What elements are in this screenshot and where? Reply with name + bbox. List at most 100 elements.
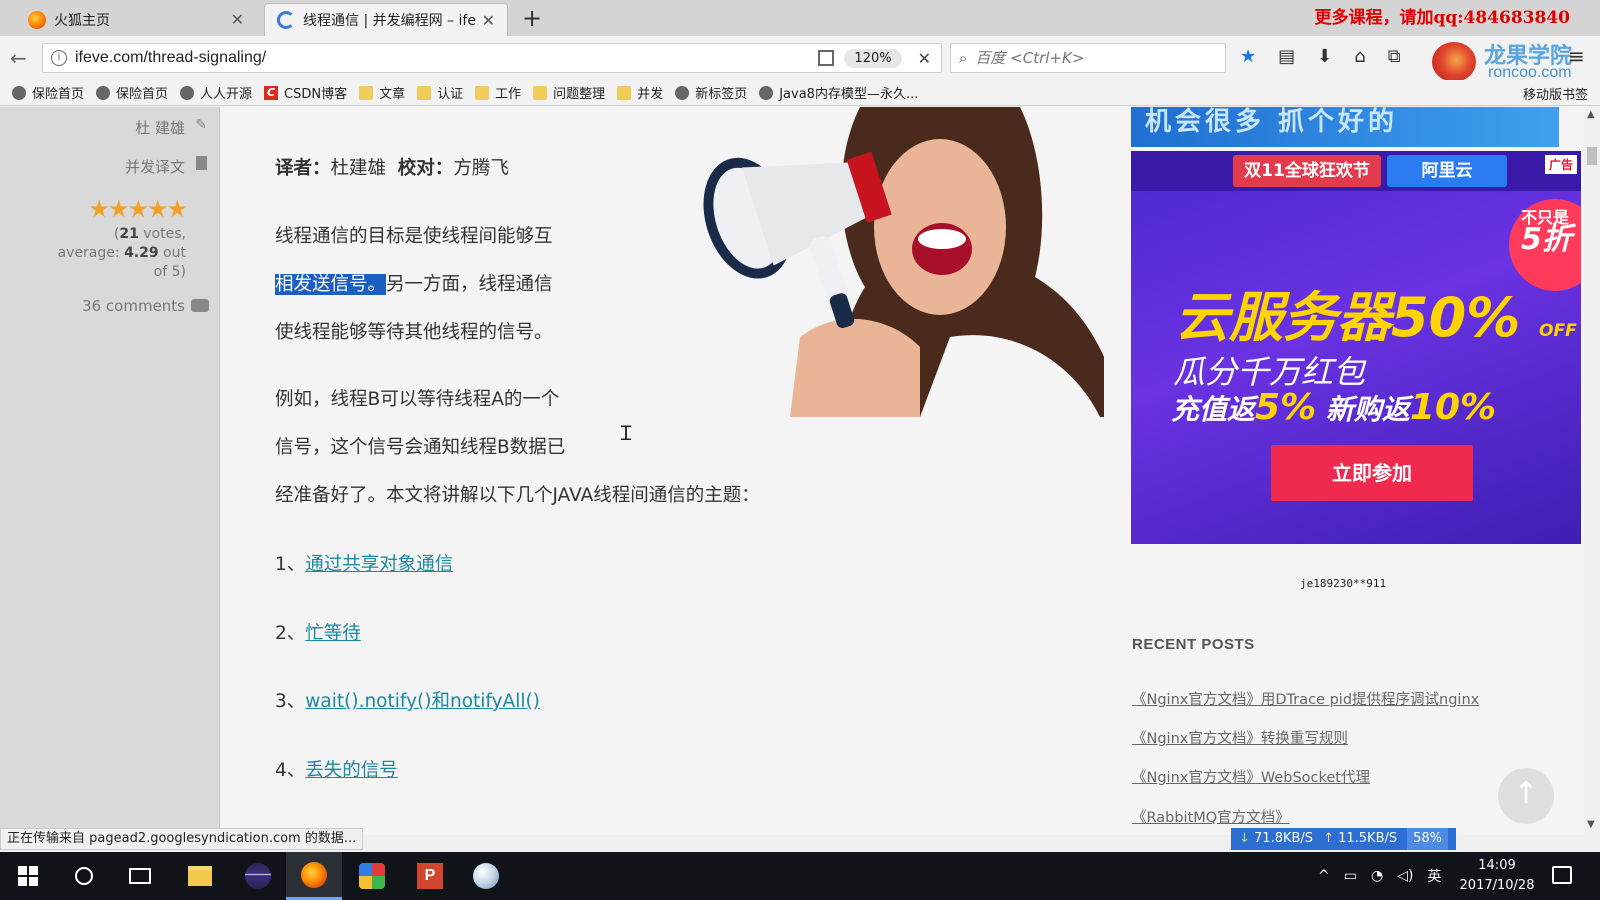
megaphone-woman-image bbox=[690, 107, 1124, 417]
credits-line: 译者：杜建雄 校对：方腾飞 bbox=[275, 158, 509, 179]
bookmark-item[interactable]: 人人开源 bbox=[180, 83, 252, 102]
pencil-icon: ✎ bbox=[195, 117, 207, 133]
tab-thread-signaling[interactable]: 线程通信 | 并发编程网 – ife ✕ bbox=[264, 3, 508, 36]
file-explorer-button[interactable] bbox=[172, 852, 228, 900]
address-bar[interactable]: i ifeve.com/thread-signaling/ 120% ✕ bbox=[42, 43, 942, 73]
ad-line: 充值返5% 新购返10% bbox=[1171, 387, 1497, 428]
app-button[interactable] bbox=[344, 852, 400, 900]
bookmark-folder[interactable]: 工作 bbox=[475, 83, 521, 102]
url-text[interactable]: ifeve.com/thread-signaling/ bbox=[75, 49, 818, 67]
start-button[interactable] bbox=[0, 852, 56, 900]
search-button[interactable] bbox=[56, 852, 112, 900]
back-arrow-icon[interactable]: ← bbox=[10, 46, 27, 70]
home-icon[interactable]: ⌂ bbox=[1354, 46, 1365, 67]
promo-overlay-text: 更多课程，请加qq:484683840 bbox=[1314, 8, 1570, 28]
folder-icon bbox=[475, 85, 490, 100]
author-link[interactable]: 杜 建雄 ✎ bbox=[135, 117, 207, 138]
topic-link[interactable]: wait().notify()和notifyAll() bbox=[305, 691, 540, 712]
ad-join-button[interactable]: 立即参加 bbox=[1271, 445, 1473, 501]
topic-link[interactable]: 丢失的信号 bbox=[305, 760, 398, 781]
bookmark-item[interactable]: Java8内存模型—永久... bbox=[759, 83, 918, 102]
eclipse-button[interactable] bbox=[230, 852, 286, 900]
bookmark-folder[interactable]: 问题整理 bbox=[533, 83, 605, 102]
chevron-up-icon[interactable]: ^ bbox=[1318, 868, 1330, 884]
recent-post-link[interactable]: 《RabbitMQ官方文档》 bbox=[1132, 806, 1290, 827]
screenshot-icon[interactable]: ⧉ bbox=[1388, 46, 1401, 67]
recent-post-link[interactable]: 《Nginx官方文档》转换重写规则 bbox=[1132, 727, 1348, 748]
recent-post-link[interactable]: 《Nginx官方文档》WebSocket代理 bbox=[1132, 766, 1370, 787]
volume-icon[interactable]: ◁) bbox=[1397, 868, 1413, 884]
mobile-bookmarks[interactable]: 移动版书签 bbox=[1523, 84, 1588, 103]
network-meter: ↓ 71.8KB/S ↑ 11.5KB/S 58% bbox=[1231, 828, 1457, 850]
clock[interactable]: 14:09 2017/10/28 bbox=[1456, 856, 1538, 896]
bookmark-folder[interactable]: 文章 bbox=[359, 83, 405, 102]
close-tab-icon[interactable]: ✕ bbox=[482, 11, 495, 30]
bookmark-item[interactable]: 保险首页 bbox=[96, 83, 168, 102]
scroll-thumb[interactable] bbox=[1587, 147, 1597, 165]
scroll-up-icon[interactable]: ▲ bbox=[1587, 109, 1595, 120]
firefox-taskbar-button[interactable] bbox=[286, 852, 342, 900]
aliyun-ad[interactable]: 双11全球狂欢节 阿里云 广告 不只是 5折 云服务器50% OFF 瓜分千万红包… bbox=[1131, 151, 1581, 544]
eclipse-icon bbox=[245, 863, 271, 889]
tab-firefox-home[interactable]: 火狐主页 ✕ bbox=[16, 3, 256, 36]
page-scrollbar[interactable]: ▲ ▼ bbox=[1584, 107, 1600, 835]
reading-list-icon[interactable]: ▤ bbox=[1278, 46, 1295, 67]
top-ad-banner[interactable]: 机会很多 抓个好的 bbox=[1131, 107, 1559, 147]
firefox-icon bbox=[301, 861, 327, 888]
bookmark-item[interactable]: 新标签页 bbox=[675, 83, 747, 102]
selected-text[interactable]: 相发送信号。 bbox=[275, 274, 387, 295]
back-to-top-button[interactable]: ↑ bbox=[1498, 768, 1554, 824]
new-tab-button[interactable]: + bbox=[520, 4, 544, 32]
recent-post-link[interactable]: 《Nginx官方文档》用DTrace pid提供程序调试nginx bbox=[1132, 688, 1479, 709]
topic-link[interactable]: 通过共享对象通信 bbox=[305, 554, 453, 575]
votes-text: (21 votes, average: 4.29 out of 5) bbox=[57, 226, 186, 280]
close-tab-icon[interactable]: ✕ bbox=[231, 10, 244, 29]
ad-pill-double11: 双11全球狂欢节 bbox=[1233, 155, 1381, 187]
firefox-icon bbox=[28, 10, 46, 29]
battery-icon[interactable]: ▭ bbox=[1344, 868, 1357, 884]
stop-icon[interactable]: ✕ bbox=[918, 49, 931, 68]
bookmark-folder[interactable]: 认证 bbox=[417, 83, 463, 102]
notification-icon[interactable] bbox=[1552, 866, 1572, 884]
app-icon bbox=[359, 863, 385, 889]
status-bar: 正在传输来自 pagead2.googlesyndication.com 的数据… bbox=[0, 828, 364, 850]
bookmark-folder[interactable]: 并发 bbox=[617, 83, 663, 102]
system-tray: ^ ▭ ◔ ◁) 英 bbox=[1318, 852, 1441, 900]
paragraph-line: 线程通信的目标是使线程间能够互 bbox=[275, 226, 553, 247]
upload-speed: ↑ 11.5KB/S bbox=[1323, 831, 1398, 846]
search-box[interactable]: ⌕ bbox=[950, 43, 1226, 73]
topic-link[interactable]: 忙等待 bbox=[305, 623, 361, 644]
zoom-level[interactable]: 120% bbox=[844, 48, 902, 68]
wifi-icon[interactable]: ◔ bbox=[1371, 868, 1383, 884]
search-input[interactable] bbox=[975, 49, 1196, 67]
menu-icon[interactable]: ≡ bbox=[1568, 44, 1585, 68]
info-icon[interactable]: i bbox=[51, 50, 67, 66]
globe-icon bbox=[96, 85, 111, 100]
ad-tag: 广告 bbox=[1544, 155, 1577, 174]
ad-off: OFF bbox=[1539, 321, 1577, 341]
topic-list-item: 4、丢失的信号 bbox=[275, 760, 398, 781]
bookmark-item[interactable]: C CSDN博客 bbox=[264, 83, 347, 102]
article-content: 译者：杜建雄 校对：方腾飞 线程通信的目标是使线程间能够互 相发送信号。另一方面… bbox=[221, 107, 1124, 835]
qr-code-icon[interactable] bbox=[818, 50, 835, 66]
document-icon bbox=[196, 156, 207, 170]
task-view-button[interactable] bbox=[112, 852, 168, 900]
clock-date: 2017/10/28 bbox=[1459, 878, 1535, 893]
text-cursor-icon: Ｉ bbox=[616, 421, 636, 445]
search-icon: ⌕ bbox=[959, 49, 968, 67]
ad-caption: je189230**911 bbox=[1300, 577, 1387, 590]
paragraph-line: 使线程能够等待其他线程的信号。 bbox=[275, 322, 553, 343]
download-icon[interactable]: ⬇ bbox=[1317, 46, 1332, 67]
powerpoint-button[interactable]: P bbox=[402, 852, 458, 900]
navigation-bar: ← i ifeve.com/thread-signaling/ 120% ✕ ⌕… bbox=[0, 36, 1600, 80]
bookmark-star-icon[interactable]: ★ bbox=[1240, 46, 1256, 67]
paint-button[interactable] bbox=[458, 852, 514, 900]
scroll-down-icon[interactable]: ▼ bbox=[1587, 819, 1595, 830]
category-link[interactable]: 并发译文 bbox=[125, 156, 207, 177]
comments-link[interactable]: 36 comments bbox=[82, 297, 209, 315]
bookmarks-bar: 保险首页 保险首页 人人开源 C CSDN博客 文章 认证 工作 问题整理 并发 … bbox=[0, 80, 1600, 106]
ime-indicator[interactable]: 英 bbox=[1427, 866, 1441, 886]
right-sidebar: 机会很多 抓个好的 双11全球狂欢节 阿里云 广告 不只是 5折 云服务器50% … bbox=[1104, 107, 1584, 835]
bookmark-item[interactable]: 保险首页 bbox=[12, 83, 84, 102]
rating-stars[interactable]: ★★★★★ bbox=[88, 195, 188, 223]
